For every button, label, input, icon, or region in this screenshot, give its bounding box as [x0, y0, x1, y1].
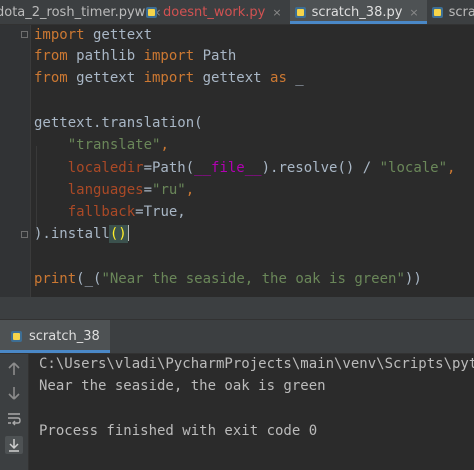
close-icon[interactable]: × [409, 6, 418, 19]
tab-scratch-3[interactable]: scratch_3 [427, 0, 474, 24]
down-arrow-icon[interactable] [5, 384, 23, 402]
console-line: C:\Users\vladi\PycharmProjects\main\venv… [39, 356, 474, 372]
python-run-icon [11, 331, 22, 342]
tab-label: scratch_3 [448, 4, 474, 20]
text-caret [126, 225, 129, 241]
code-line: from gettext import gettext as _ [34, 70, 304, 86]
fold-marker-icon[interactable] [21, 231, 28, 238]
scroll-to-end-icon[interactable] [5, 436, 23, 454]
code-line: print(_("Near the seaside, the oak is gr… [34, 271, 422, 287]
run-tab-scratch-38[interactable]: scratch_38 [0, 320, 110, 353]
soft-wrap-icon[interactable] [5, 410, 23, 428]
tab-label: scratch_38.py [311, 4, 403, 20]
up-arrow-icon[interactable] [5, 360, 23, 378]
tab-label: dota_2_rosh_timer.pyw [0, 4, 146, 20]
code-line: "translate", [67, 137, 169, 153]
tool-window-splitter[interactable] [0, 297, 474, 320]
run-console[interactable]: C:\Users\vladi\PycharmProjects\main\venv… [29, 354, 474, 470]
close-icon[interactable]: × [272, 6, 281, 19]
run-tool-window-header: scratch_38 [0, 320, 474, 354]
code-line: gettext.translation( [34, 115, 203, 131]
code-line: import gettext [34, 27, 153, 43]
tab-label: doesnt_work.py [163, 4, 266, 20]
matched-paren: ) [117, 225, 128, 243]
fold-marker-icon[interactable] [21, 31, 28, 38]
code-editor[interactable]: import gettext from pathlib import Path … [0, 25, 474, 297]
run-tab-label: scratch_38 [29, 329, 100, 344]
python-file-icon [431, 6, 443, 18]
tab-doesnt-work[interactable]: doesnt_work.py × [141, 0, 290, 24]
console-line: Near the seaside, the oak is green [39, 378, 326, 394]
code-line: localedir=Path(__file__).resolve() / "lo… [67, 160, 456, 176]
code-line: from pathlib import Path [34, 48, 237, 64]
tab-dota-2-rosh-timer[interactable]: dota_2_rosh_timer.pyw × [0, 0, 162, 24]
run-toolbar [0, 354, 29, 470]
python-file-icon [294, 6, 306, 18]
code-line: languages="ru", [67, 182, 195, 198]
editor-tab-bar: dota_2_rosh_timer.pyw × doesnt_work.py ×… [0, 0, 474, 25]
console-line: Process finished with exit code 0 [39, 423, 318, 439]
python-file-icon [146, 6, 157, 18]
editor-gutter[interactable] [0, 25, 31, 297]
code-line: fallback=True, [67, 204, 186, 220]
tab-scratch-38[interactable]: scratch_38.py × [289, 0, 427, 24]
code-line: ).install() [34, 225, 129, 243]
